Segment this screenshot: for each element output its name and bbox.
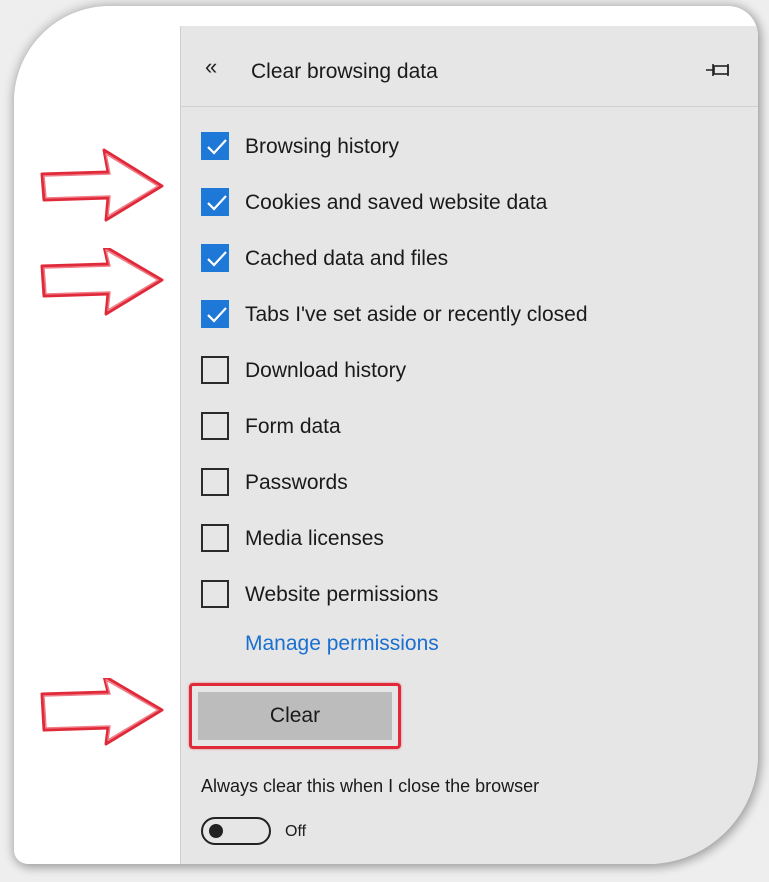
option-row[interactable]: Cached data and files <box>201 244 721 276</box>
panel-header: « Clear browsing data <box>181 26 758 107</box>
option-label: Tabs I've set aside or recently closed <box>245 303 588 326</box>
option-row[interactable]: Download history <box>201 356 721 388</box>
option-row[interactable]: Website permissions <box>201 580 721 612</box>
manage-permissions-link[interactable]: Manage permissions <box>245 632 439 656</box>
option-label: Form data <box>245 415 341 438</box>
option-row[interactable]: Cookies and saved website data <box>201 188 721 220</box>
checkmark-icon <box>207 307 227 323</box>
checkmark-icon <box>207 251 227 267</box>
clear-button[interactable]: Clear <box>198 692 392 740</box>
panel-title: Clear browsing data <box>251 60 438 83</box>
checkbox[interactable] <box>201 468 229 496</box>
option-label: Browsing history <box>245 135 400 158</box>
option-row[interactable]: Browsing history <box>201 132 721 164</box>
checkbox[interactable] <box>201 132 229 160</box>
double-chevron-left-icon[interactable]: « <box>205 56 217 78</box>
option-row[interactable]: Tabs I've set aside or recently closed <box>201 300 721 332</box>
checkbox[interactable] <box>201 300 229 328</box>
option-row[interactable]: Passwords <box>201 468 721 500</box>
checkbox[interactable] <box>201 412 229 440</box>
option-label: Download history <box>245 359 407 382</box>
toggle-knob <box>209 824 223 838</box>
checkbox[interactable] <box>201 244 229 272</box>
checkbox[interactable] <box>201 524 229 552</box>
pin-icon[interactable] <box>705 62 731 78</box>
option-row[interactable]: Form data <box>201 412 721 444</box>
annotation-arrow-icon <box>40 248 164 316</box>
annotation-arrow-icon <box>40 678 164 746</box>
option-row[interactable]: Media licenses <box>201 524 721 556</box>
toggle-state-label: Off <box>285 823 307 840</box>
clear-browsing-data-panel: « Clear browsing data Browsing history Co… <box>180 26 758 864</box>
checkmark-icon <box>207 195 227 211</box>
option-label: Passwords <box>245 471 348 494</box>
clear-button-highlight: Clear <box>189 683 401 749</box>
option-label: Cookies and saved website data <box>245 191 548 214</box>
option-label: Cached data and files <box>245 247 449 270</box>
checkbox[interactable] <box>201 580 229 608</box>
always-clear-toggle[interactable] <box>201 817 271 845</box>
checkmark-icon <box>207 139 227 155</box>
always-clear-label: Always clear this when I close the brows… <box>201 776 540 796</box>
option-label: Media licenses <box>245 527 384 550</box>
checkbox[interactable] <box>201 356 229 384</box>
option-label: Website permissions <box>245 583 439 606</box>
screenshot-stage: « Clear browsing data Browsing history Co… <box>0 0 769 882</box>
checkbox[interactable] <box>201 188 229 216</box>
annotation-arrow-icon <box>40 148 164 222</box>
